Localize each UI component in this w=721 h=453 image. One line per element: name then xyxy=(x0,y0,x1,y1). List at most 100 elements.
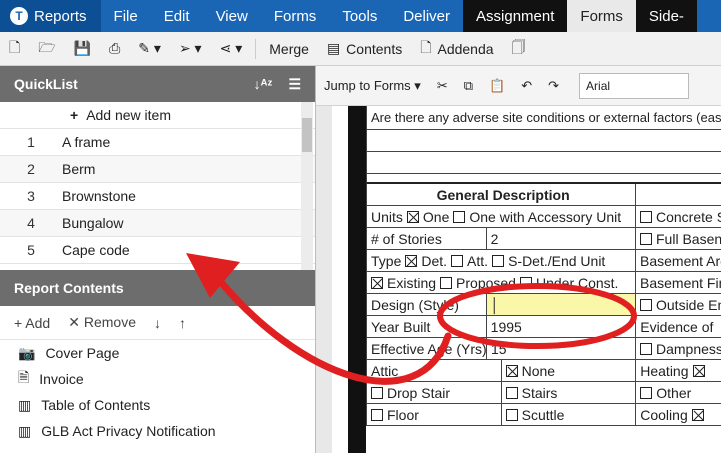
tab-side[interactable]: Side- xyxy=(635,0,697,32)
contents-button[interactable]: ▤ Contents xyxy=(318,32,411,65)
tab-forms[interactable]: Forms xyxy=(567,0,636,32)
tab-assignment[interactable]: Assignment xyxy=(463,0,568,32)
form-row[interactable] xyxy=(366,152,721,174)
undo-icon[interactable]: ↶ xyxy=(513,78,540,94)
plus-icon: + xyxy=(70,107,79,123)
concrete-checkbox[interactable] xyxy=(640,210,652,223)
save-icon[interactable]: 💾 xyxy=(65,32,100,65)
app-brand[interactable]: T Reports xyxy=(0,0,101,32)
report-contents-title: Report Contents xyxy=(14,280,124,296)
form-grid: Are there any adverse site conditions or… xyxy=(366,106,721,426)
dampness-checkbox[interactable] xyxy=(640,342,652,355)
contents-item[interactable]: ▥ Table of Contents xyxy=(0,392,315,418)
heating-checkbox[interactable] xyxy=(692,364,705,377)
app-logo-icon: T xyxy=(10,7,28,25)
accessory-checkbox[interactable] xyxy=(453,210,466,223)
form-row: TypeDet.Att.S-Det./End Unit Basement Are… xyxy=(366,250,721,272)
table-icon: ▥ xyxy=(18,396,32,413)
menu-file[interactable]: File xyxy=(101,0,151,32)
year-built-field[interactable]: 1995 xyxy=(487,316,637,337)
form-editor: Jump to Forms ▾ ✂ ⧉ 📋 ↶ ↷ Arial Are ther… xyxy=(316,66,721,453)
contents-item[interactable]: 🗎 Invoice xyxy=(0,366,315,392)
effective-age-field[interactable]: 15 xyxy=(487,338,636,359)
form-toolbar: Jump to Forms ▾ ✂ ⧉ 📋 ↶ ↷ Arial xyxy=(316,66,721,106)
det-checkbox[interactable] xyxy=(405,254,418,267)
drop-stair-checkbox[interactable] xyxy=(371,386,383,399)
form-row: Existing Proposed Under Const. Basement Fi… xyxy=(366,272,721,294)
design-style-field[interactable]: │ xyxy=(486,294,636,315)
jump-to-forms-dropdown[interactable]: Jump to Forms ▾ xyxy=(316,78,429,94)
left-panel: QuickList ↓ᴬᶻ ☰ + Add new item 1A frame 2… xyxy=(0,66,316,453)
proposed-checkbox[interactable] xyxy=(440,276,453,289)
report-contents-toolbar: + Add ✕ Remove ↓ ↑ xyxy=(0,306,315,340)
stairs-checkbox[interactable] xyxy=(505,386,518,399)
full-basement-checkbox[interactable] xyxy=(640,232,652,245)
merge-button[interactable]: Merge xyxy=(260,32,318,65)
list-item[interactable]: 4 Bungalow xyxy=(0,210,315,237)
menu-deliver[interactable]: Deliver xyxy=(390,0,463,32)
scrollbar-thumb[interactable] xyxy=(302,118,312,152)
form-row xyxy=(366,174,721,184)
addenda-button[interactable]: 🗋 Addenda xyxy=(411,32,502,65)
under-const-checkbox[interactable] xyxy=(519,276,532,289)
add-new-item-button[interactable]: + Add new item xyxy=(0,102,315,129)
menu-forms[interactable]: Forms xyxy=(261,0,330,32)
cooling-checkbox[interactable] xyxy=(691,408,704,421)
camera-icon: 📷 xyxy=(18,344,36,361)
table-icon: ▥ xyxy=(18,422,32,439)
sort-az-icon[interactable]: ↓ᴬᶻ xyxy=(254,76,273,93)
floor-checkbox[interactable] xyxy=(371,408,383,421)
app-name: Reports xyxy=(34,7,87,25)
other-checkbox[interactable] xyxy=(640,386,653,399)
hamburger-menu-icon[interactable]: ☰ xyxy=(288,76,301,93)
new-file-icon[interactable]: 🗋 xyxy=(0,32,29,65)
document-icon: 🗎 xyxy=(18,369,30,385)
report-contents-header: Report Contents xyxy=(0,270,315,306)
quicklist-header: QuickList ↓ᴬᶻ ☰ xyxy=(0,66,315,102)
attic-none-checkbox[interactable] xyxy=(505,364,518,377)
move-down-icon[interactable]: ↓ xyxy=(154,315,161,331)
quicklist-title: QuickList xyxy=(14,76,78,92)
contents-item[interactable]: ▥ GLB Act Privacy Notification xyxy=(0,418,315,444)
scuttle-checkbox[interactable] xyxy=(505,408,518,421)
contents-icon: ▤ xyxy=(326,40,341,56)
redo-icon[interactable]: ↷ xyxy=(540,78,567,94)
one-unit-checkbox[interactable] xyxy=(406,210,419,223)
send-icon[interactable]: ➢ ▾ xyxy=(170,32,211,65)
open-folder-icon[interactable]: 🗁 xyxy=(29,32,64,65)
quicklist-scrollbar[interactable] xyxy=(301,102,313,270)
quicklist: + Add new item 1A frame 2 Berm 3 Brownstone… xyxy=(0,102,315,270)
form-row: Drop Stair Stairs Other xyxy=(366,382,721,404)
form-row: Design (Style) │ Outside En xyxy=(366,294,721,316)
contents-item[interactable]: 📷 Cover Page xyxy=(0,340,315,366)
remove-button[interactable]: ✕ Remove xyxy=(68,314,136,331)
list-item[interactable]: 3 Brownstone xyxy=(0,183,315,210)
list-item[interactable]: 1A frame xyxy=(0,129,315,156)
scissors-icon[interactable]: ✂ xyxy=(429,78,456,94)
main-toolbar: 🗋 🗁 💾 ⎙ ✎ ▾ ➢ ▾ ⋖ ▾ Merge ▤ Contents 🗋 Add… xyxy=(0,32,721,66)
menu-edit[interactable]: Edit xyxy=(151,0,203,32)
menu-bar: T Reports File Edit View Forms Tools Del… xyxy=(0,0,721,32)
list-item[interactable]: 2 Berm xyxy=(0,156,315,183)
att-checkbox[interactable] xyxy=(451,254,464,267)
font-select[interactable]: Arial xyxy=(579,72,690,99)
existing-checkbox[interactable] xyxy=(371,276,383,289)
paste-icon[interactable]: 📋 xyxy=(481,78,513,94)
form-row: Floor Scuttle Cooling xyxy=(366,404,721,426)
pen-icon[interactable]: ✎ ▾ xyxy=(129,32,170,65)
copy-icon[interactable]: ⧉ xyxy=(456,78,481,94)
sdet-checkbox[interactable] xyxy=(492,254,505,267)
stories-field[interactable]: 2 xyxy=(487,228,636,249)
add-button[interactable]: + Add xyxy=(14,315,50,331)
print-icon[interactable]: ⎙ xyxy=(100,32,129,65)
page-icon: 🗋 xyxy=(420,38,432,55)
form-row: General Description xyxy=(366,184,721,206)
list-item[interactable]: 5 Cape code xyxy=(0,237,315,264)
form-row[interactable] xyxy=(366,130,721,152)
menu-tools[interactable]: Tools xyxy=(329,0,390,32)
share-icon[interactable]: ⋖ ▾ xyxy=(211,32,252,65)
more-icon[interactable]: 🗍 xyxy=(503,32,535,65)
outside-entry-checkbox[interactable] xyxy=(640,298,652,311)
menu-view[interactable]: View xyxy=(203,0,261,32)
move-up-icon[interactable]: ↑ xyxy=(179,315,186,331)
